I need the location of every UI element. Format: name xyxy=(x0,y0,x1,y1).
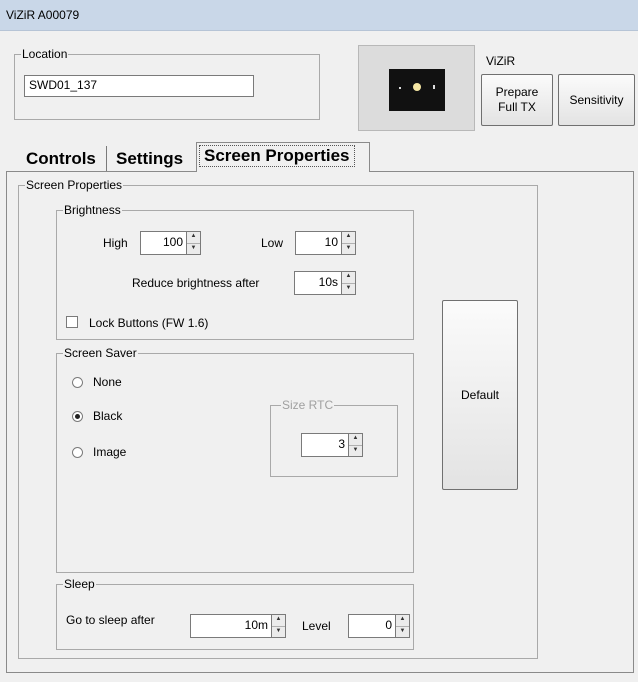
spin-up-icon[interactable]: ▲ xyxy=(349,434,362,445)
spin-down-icon[interactable]: ▼ xyxy=(187,242,200,255)
location-group: Location SWD01_137 xyxy=(14,47,320,120)
radio-selected-dot xyxy=(75,414,80,419)
spinner-arrows[interactable]: ▲ ▼ xyxy=(271,614,286,638)
level-spinner[interactable]: 0 ▲ ▼ xyxy=(348,614,410,638)
device-name: ViZiR xyxy=(486,54,516,68)
low-label: Low xyxy=(261,236,284,250)
spin-up-icon[interactable]: ▲ xyxy=(396,615,409,626)
spin-up-icon[interactable]: ▲ xyxy=(342,232,355,243)
high-brightness-value[interactable]: 100 xyxy=(140,231,186,255)
tab-settings-label: Settings xyxy=(116,149,184,168)
radio-none-label[interactable]: None xyxy=(93,375,122,389)
tab-screen-properties-label: Screen Properties xyxy=(199,145,355,167)
tab-settings[interactable]: Settings xyxy=(116,147,183,171)
spin-down-icon[interactable]: ▼ xyxy=(396,625,409,638)
radio-none[interactable] xyxy=(72,377,83,388)
title-bar: ViZiR A00079 xyxy=(0,0,638,31)
sensitivity-label: Sensitivity xyxy=(569,92,624,107)
radio-image-label[interactable]: Image xyxy=(93,445,126,459)
high-brightness-spinner[interactable]: 100 ▲ ▼ xyxy=(140,231,201,255)
radio-black[interactable] xyxy=(72,411,83,422)
reduce-brightness-spinner[interactable]: 10s ▲ ▼ xyxy=(294,271,356,295)
location-legend: Location xyxy=(21,47,69,61)
spinner-arrows[interactable]: ▲ ▼ xyxy=(395,614,410,638)
spin-up-icon[interactable]: ▲ xyxy=(272,615,285,626)
sensitivity-button[interactable]: Sensitivity xyxy=(558,74,635,126)
default-button[interactable]: Default xyxy=(442,300,518,490)
sleep-legend: Sleep xyxy=(63,577,96,591)
spin-down-icon[interactable]: ▼ xyxy=(342,282,355,295)
lock-buttons-label: Lock Buttons (FW 1.6) xyxy=(89,316,209,330)
indicator-dot-icon xyxy=(399,87,401,89)
high-label: High xyxy=(103,236,128,250)
spinner-arrows[interactable]: ▲ ▼ xyxy=(186,231,201,255)
spin-down-icon[interactable]: ▼ xyxy=(349,444,362,457)
sleep-after-label: Go to sleep after xyxy=(66,613,155,627)
brightness-legend: Brightness xyxy=(63,203,122,217)
sleep-after-value[interactable]: 10m xyxy=(190,614,271,638)
lock-buttons-checkbox[interactable] xyxy=(66,316,78,328)
location-input[interactable]: SWD01_137 xyxy=(24,75,254,97)
spinner-arrows[interactable]: ▲ ▼ xyxy=(341,271,356,295)
radio-black-label[interactable]: Black xyxy=(93,409,122,423)
prepare-label: Prepare xyxy=(495,85,539,99)
tab-screen-properties[interactable]: Screen Properties xyxy=(196,142,370,172)
size-rtc-spinner[interactable]: 3 ▲ ▼ xyxy=(301,433,363,457)
sun-icon xyxy=(413,83,421,91)
device-preview xyxy=(358,45,475,131)
spin-down-icon[interactable]: ▼ xyxy=(272,625,285,638)
tab-separator xyxy=(106,146,107,172)
reduce-brightness-label: Reduce brightness after xyxy=(132,276,260,290)
size-rtc-legend: Size RTC xyxy=(281,398,335,412)
indicator-dot-icon xyxy=(433,85,435,89)
tab-controls[interactable]: Controls xyxy=(26,147,96,171)
spin-up-icon[interactable]: ▲ xyxy=(187,232,200,243)
screen-saver-legend: Screen Saver xyxy=(63,346,138,360)
level-label: Level xyxy=(302,619,331,633)
full-tx-label: Full TX xyxy=(498,100,536,114)
device-screen xyxy=(389,69,445,111)
window-title: ViZiR A00079 xyxy=(6,8,80,22)
spin-down-icon[interactable]: ▼ xyxy=(342,242,355,255)
spinner-arrows[interactable]: ▲ ▼ xyxy=(348,433,363,457)
radio-image[interactable] xyxy=(72,447,83,458)
spinner-arrows[interactable]: ▲ ▼ xyxy=(341,231,356,255)
screen-properties-legend: Screen Properties xyxy=(25,178,124,192)
spin-up-icon[interactable]: ▲ xyxy=(342,272,355,283)
low-brightness-spinner[interactable]: 10 ▲ ▼ xyxy=(295,231,356,255)
reduce-brightness-value[interactable]: 10s xyxy=(294,271,341,295)
sleep-after-spinner[interactable]: 10m ▲ ▼ xyxy=(190,614,286,638)
level-value[interactable]: 0 xyxy=(348,614,395,638)
size-rtc-value[interactable]: 3 xyxy=(301,433,348,457)
default-button-label: Default xyxy=(460,387,500,402)
prepare-full-tx-button[interactable]: Prepare Full TX xyxy=(481,74,553,126)
low-brightness-value[interactable]: 10 xyxy=(295,231,341,255)
tab-controls-label: Controls xyxy=(26,149,96,168)
